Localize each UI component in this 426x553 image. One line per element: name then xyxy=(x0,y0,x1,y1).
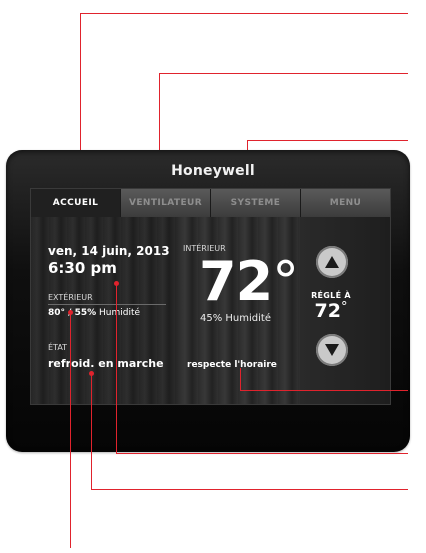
setpoint-value: 72° xyxy=(290,300,372,322)
temp-up-button[interactable] xyxy=(316,246,348,278)
date-text: ven, 14 juin, 2013 xyxy=(48,244,170,258)
outdoor-humidity-label: Humidité xyxy=(99,308,141,318)
brand-logo: Honeywell xyxy=(171,163,255,179)
indoor-temp-value: 72 xyxy=(199,250,273,313)
tab-accueil[interactable]: ACCUEIL xyxy=(31,189,121,217)
setpoint-degree: ° xyxy=(340,300,348,315)
schedule-status: respecte l'horaire xyxy=(187,360,277,370)
arrow-down-icon xyxy=(325,344,339,356)
state-value: refroid. en marche xyxy=(48,357,164,370)
indoor-temperature: 72° xyxy=(199,255,299,309)
tab-bar: ACCUEIL VENTILATEUR SYSTEME MENU xyxy=(31,189,390,217)
time-text: 6:30 pm xyxy=(48,259,117,277)
indoor-humidity: 45% Humidité xyxy=(200,313,271,324)
outdoor-value: 80° / 55% Humidité xyxy=(48,308,140,318)
state-label: ÉTAT xyxy=(48,343,68,352)
setpoint-number: 72 xyxy=(314,300,341,322)
tab-ventilateur[interactable]: VENTILATEUR xyxy=(121,189,211,217)
tab-systeme[interactable]: SYSTEME xyxy=(211,189,301,217)
tab-menu[interactable]: MENU xyxy=(301,189,390,217)
arrow-up-icon xyxy=(325,256,339,268)
temp-down-button[interactable] xyxy=(316,334,348,366)
setpoint-label: RÉGLÉ À xyxy=(311,291,351,300)
outdoor-label: EXTÉRIEUR xyxy=(48,293,93,302)
outdoor-divider xyxy=(48,304,166,305)
